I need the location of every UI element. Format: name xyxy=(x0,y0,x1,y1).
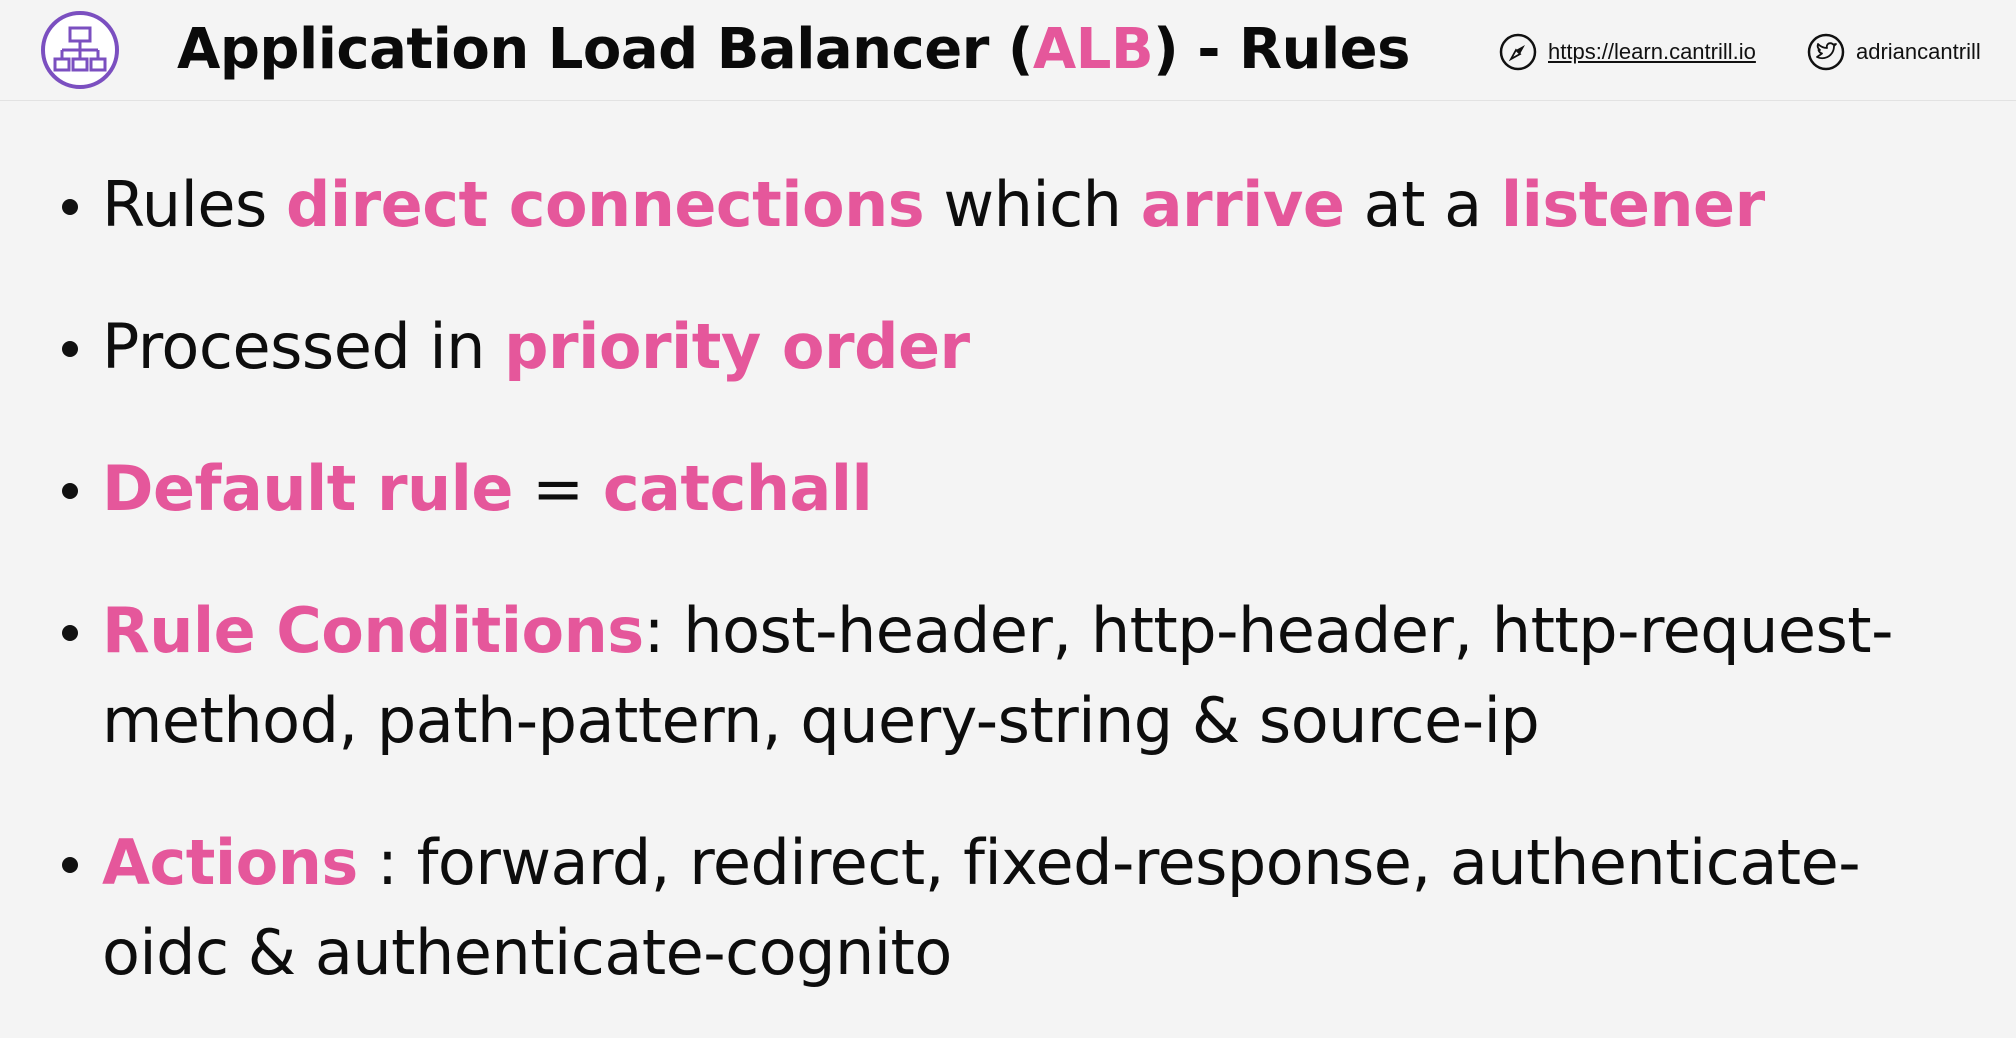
bullet-default-rule: Default rule = catchall xyxy=(60,444,873,534)
bullet-text: which xyxy=(924,168,1141,241)
slide-header: Application Load Balancer (ALB) - Rules … xyxy=(0,0,2016,101)
bullet-text: at a xyxy=(1344,168,1501,241)
bullet-rules-direct: Rules direct connections which arrive at… xyxy=(60,160,1765,250)
highlighted-term: catchall xyxy=(602,452,873,525)
bullet-text: Rules xyxy=(102,168,286,241)
bullet-text: : forward, redirect, fixed-response, aut… xyxy=(102,826,1861,989)
title-highlight: ALB xyxy=(1032,17,1154,82)
twitter-handle: adriancantrill xyxy=(1856,39,1981,64)
page-title: Application Load Balancer (ALB) - Rules xyxy=(177,17,1410,82)
bullet-text: = xyxy=(512,452,603,525)
site-link[interactable]: https://learn.cantrill.io xyxy=(1498,32,1756,72)
highlighted-term: Rule Conditions xyxy=(102,594,644,667)
bullet-text: Processed in xyxy=(102,310,505,383)
bullet-rule-conditions: Rule Conditions: host-header, http-heade… xyxy=(60,586,1960,766)
highlighted-term: arrive xyxy=(1140,168,1345,241)
highlighted-term: priority order xyxy=(504,310,970,383)
twitter-link[interactable]: adriancantrill xyxy=(1806,32,1981,72)
bullet-priority-order: Processed in priority order xyxy=(60,302,970,392)
bullet-actions: Actions : forward, redirect, fixed-respo… xyxy=(60,818,1960,998)
highlighted-term: direct connections xyxy=(285,168,925,241)
load-balancer-icon xyxy=(41,11,119,89)
compass-icon xyxy=(1499,33,1537,71)
highlighted-term: listener xyxy=(1500,168,1765,241)
highlighted-term: Actions xyxy=(102,826,358,899)
twitter-icon xyxy=(1807,33,1845,71)
site-link-text[interactable]: https://learn.cantrill.io xyxy=(1548,39,1756,65)
highlighted-term: Default rule xyxy=(102,452,513,525)
